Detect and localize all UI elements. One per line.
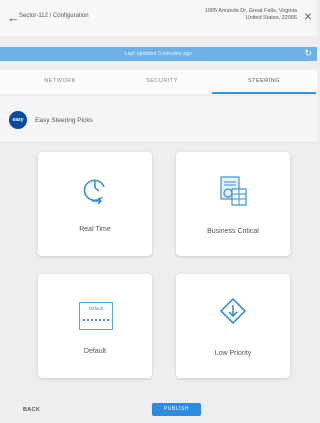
wave-line [83, 319, 109, 325]
tile-label: Low Priority [214, 350, 252, 357]
tile-label: Real Time [79, 226, 111, 233]
tile-label: Default [83, 348, 107, 355]
tab-bar: NETWORK SECURITY STEERING [0, 70, 317, 94]
refresh-icon[interactable]: ↻ [304, 49, 312, 58]
section-title: Easy Steering Picks [35, 117, 93, 124]
breadcrumb: Sector-112 / Configuration [19, 13, 89, 19]
tile-real-time[interactable]: Real Time [38, 152, 152, 256]
low-priority-icon [220, 297, 246, 325]
tab-steering[interactable]: STEERING [214, 70, 314, 94]
location-address: 1905 Amanda Dr, Great Falls, Virginia Un… [177, 8, 297, 22]
tile-business-critical[interactable]: Business Critical [176, 152, 290, 256]
address-line-2: United States, 22066 [245, 15, 297, 21]
tile-label: Business Critical [207, 228, 259, 235]
top-header: ← Sector-112 / Configuration 1905 Amanda… [0, 0, 317, 36]
close-icon[interactable]: × [304, 9, 312, 23]
back-button[interactable]: BACK [23, 407, 40, 413]
active-tab-indicator [212, 92, 316, 94]
section-header: easy Easy Steering Picks [0, 96, 317, 143]
status-bar: Last updated 3 minutes ago ↻ [0, 47, 317, 61]
default-icon-text: Default [88, 306, 104, 311]
default-icon: Default [79, 302, 113, 330]
clock-arrow-icon [83, 179, 105, 205]
footer-bar: BACK PUBLISH [0, 397, 317, 423]
tab-network[interactable]: NETWORK [10, 70, 110, 94]
tile-low-priority[interactable]: Low Priority [176, 274, 290, 378]
publish-button[interactable]: PUBLISH [152, 403, 201, 416]
easy-badge: easy [9, 111, 27, 129]
last-updated-text: Last updated 3 minutes ago [124, 51, 193, 57]
tile-default[interactable]: Default Default [38, 274, 152, 378]
tab-security[interactable]: SECURITY [112, 70, 212, 94]
address-line-1: 1905 Amanda Dr, Great Falls, Virginia [204, 8, 297, 14]
business-critical-icon [220, 176, 247, 206]
